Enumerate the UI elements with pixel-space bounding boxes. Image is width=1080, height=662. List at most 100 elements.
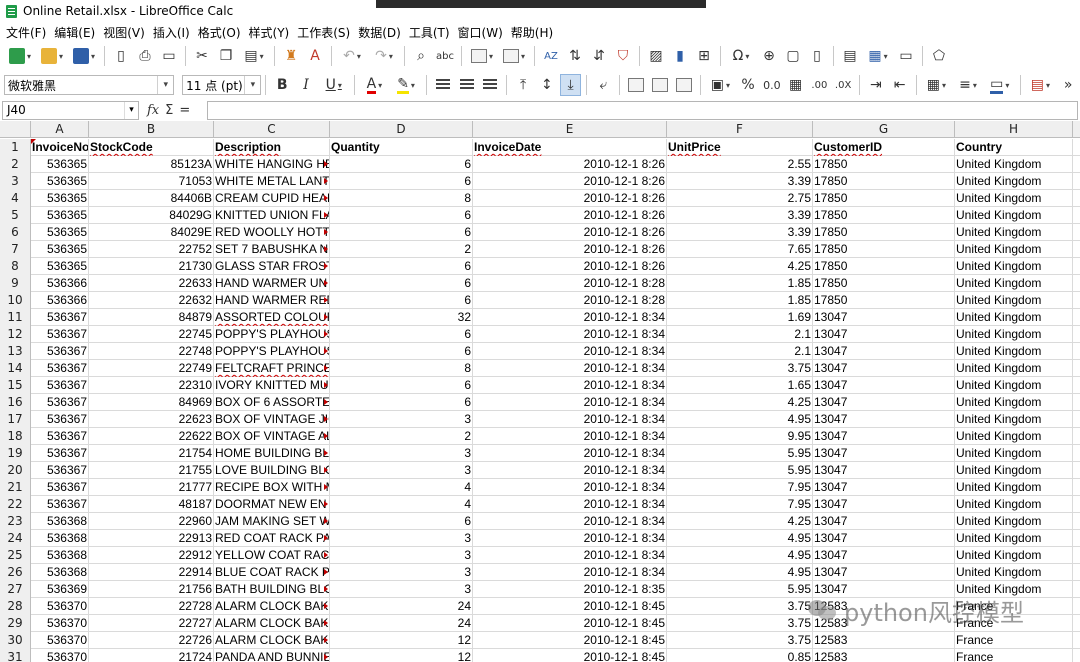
column-header-h[interactable]: H xyxy=(955,121,1073,138)
cell-a-15[interactable]: 536367 xyxy=(31,377,89,394)
paste-button[interactable]: ▤ xyxy=(239,45,269,67)
headers-footers-button[interactable]: ▯ xyxy=(806,45,828,67)
menu-view[interactable]: 视图(V) xyxy=(101,24,151,41)
cell-i-17[interactable] xyxy=(1073,411,1080,428)
cell-h-28[interactable]: France xyxy=(955,598,1073,615)
row-header[interactable]: 1 xyxy=(0,139,31,156)
column-header-f[interactable]: F xyxy=(667,121,813,138)
cell-a-23[interactable]: 536368 xyxy=(31,513,89,530)
pivot-table-button[interactable]: ⊞ xyxy=(693,45,715,67)
cell-h-25[interactable]: United Kingdom xyxy=(955,547,1073,564)
cell-b-16[interactable]: 84969 xyxy=(89,394,214,411)
cell-a-28[interactable]: 536370 xyxy=(31,598,89,615)
cell-a-29[interactable]: 536370 xyxy=(31,615,89,632)
cell-c-18[interactable]: BOX OF VINTAGE AL xyxy=(214,428,330,445)
sort-descending-button[interactable]: ⇵ xyxy=(588,45,610,67)
cell-h-1[interactable]: Country xyxy=(955,139,1073,156)
row-header[interactable]: 5 xyxy=(0,207,31,224)
cell-c-29[interactable]: ALARM CLOCK BAKE xyxy=(214,615,330,632)
cell-d-4[interactable]: 8 xyxy=(330,190,473,207)
cell-d-6[interactable]: 6 xyxy=(330,224,473,241)
cell-g-3[interactable]: 17850 xyxy=(813,173,955,190)
cell-b-5[interactable]: 84029G xyxy=(89,207,214,224)
cell-b-2[interactable]: 85123A xyxy=(89,156,214,173)
cell-c-27[interactable]: BATH BUILDING BLO xyxy=(214,581,330,598)
cell-g-12[interactable]: 13047 xyxy=(813,326,955,343)
row-header[interactable]: 21 xyxy=(0,479,31,496)
cell-g-18[interactable]: 13047 xyxy=(813,428,955,445)
cell-h-7[interactable]: United Kingdom xyxy=(955,241,1073,258)
cell-i-8[interactable] xyxy=(1073,258,1080,275)
function-wizard-icon[interactable]: fx xyxy=(147,103,159,118)
cell-g-9[interactable]: 17850 xyxy=(813,275,955,292)
cell-e-22[interactable]: 2010-12-1 8:34 xyxy=(473,496,667,513)
cell-h-5[interactable]: United Kingdom xyxy=(955,207,1073,224)
cell-i-12[interactable] xyxy=(1073,326,1080,343)
cell-d-30[interactable]: 12 xyxy=(330,632,473,649)
cell-d-14[interactable]: 8 xyxy=(330,360,473,377)
cell-b-11[interactable]: 84879 xyxy=(89,309,214,326)
cell-b-30[interactable]: 22726 xyxy=(89,632,214,649)
menu-styles[interactable]: 样式(Y) xyxy=(247,24,296,41)
print-preview-button[interactable]: ▭ xyxy=(158,45,180,67)
column-header-d[interactable]: D xyxy=(330,121,473,138)
cell-a-24[interactable]: 536368 xyxy=(31,530,89,547)
row-header[interactable]: 22 xyxy=(0,496,31,513)
cell-d-26[interactable]: 3 xyxy=(330,564,473,581)
cell-b-12[interactable]: 22745 xyxy=(89,326,214,343)
define-print-area-button[interactable]: ▤ xyxy=(839,45,861,67)
column-header-e[interactable]: E xyxy=(473,121,667,138)
cell-f-21[interactable]: 7.95 xyxy=(667,479,813,496)
border-style-button[interactable]: ≡ xyxy=(953,74,983,96)
formula-icon[interactable]: = xyxy=(179,103,190,118)
cell-e-17[interactable]: 2010-12-1 8:34 xyxy=(473,411,667,428)
cell-f-18[interactable]: 9.95 xyxy=(667,428,813,445)
cell-b-23[interactable]: 22960 xyxy=(89,513,214,530)
cell-a-30[interactable]: 536370 xyxy=(31,632,89,649)
row-header[interactable]: 26 xyxy=(0,564,31,581)
italic-button[interactable]: I xyxy=(295,74,317,96)
cell-h-4[interactable]: United Kingdom xyxy=(955,190,1073,207)
cell-e-13[interactable]: 2010-12-1 8:34 xyxy=(473,343,667,360)
cell-d-25[interactable]: 3 xyxy=(330,547,473,564)
more-options-button[interactable]: » xyxy=(1057,74,1079,96)
row-header[interactable]: 23 xyxy=(0,513,31,530)
menu-file[interactable]: 文件(F) xyxy=(4,24,52,41)
cell-a-1[interactable]: InvoiceNo xyxy=(31,139,89,156)
cell-i-9[interactable] xyxy=(1073,275,1080,292)
cell-i-24[interactable] xyxy=(1073,530,1080,547)
cell-c-6[interactable]: RED WOOLLY HOTTI xyxy=(214,224,330,241)
cell-i-2[interactable] xyxy=(1073,156,1080,173)
new-button[interactable] xyxy=(5,45,35,67)
clone-formatting-button[interactable]: ♜ xyxy=(280,45,302,67)
cell-c-21[interactable]: RECIPE BOX WITH M xyxy=(214,479,330,496)
cell-f-23[interactable]: 4.25 xyxy=(667,513,813,530)
cell-e-14[interactable]: 2010-12-1 8:34 xyxy=(473,360,667,377)
cell-b-24[interactable]: 22913 xyxy=(89,530,214,547)
font-color-button[interactable]: A xyxy=(360,74,390,96)
add-decimal-button[interactable]: .00 xyxy=(808,74,830,96)
cell-f-7[interactable]: 7.65 xyxy=(667,241,813,258)
cell-b-19[interactable]: 21754 xyxy=(89,445,214,462)
wrap-text-button[interactable]: ⤶ xyxy=(592,74,614,96)
underline-button[interactable]: U xyxy=(319,74,349,96)
cell-a-16[interactable]: 536367 xyxy=(31,394,89,411)
cell-e-8[interactable]: 2010-12-1 8:26 xyxy=(473,258,667,275)
cell-a-25[interactable]: 536368 xyxy=(31,547,89,564)
cell-c-9[interactable]: HAND WARMER UN xyxy=(214,275,330,292)
cell-i-13[interactable] xyxy=(1073,343,1080,360)
cell-g-19[interactable]: 13047 xyxy=(813,445,955,462)
cell-a-5[interactable]: 536365 xyxy=(31,207,89,224)
cell-c-17[interactable]: BOX OF VINTAGE JIG xyxy=(214,411,330,428)
cell-e-11[interactable]: 2010-12-1 8:34 xyxy=(473,309,667,326)
cell-h-13[interactable]: United Kingdom xyxy=(955,343,1073,360)
cell-h-19[interactable]: United Kingdom xyxy=(955,445,1073,462)
cell-g-20[interactable]: 13047 xyxy=(813,462,955,479)
cell-g-22[interactable]: 13047 xyxy=(813,496,955,513)
cell-h-16[interactable]: United Kingdom xyxy=(955,394,1073,411)
cell-g-23[interactable]: 13047 xyxy=(813,513,955,530)
cell-e-5[interactable]: 2010-12-1 8:26 xyxy=(473,207,667,224)
row-header[interactable]: 20 xyxy=(0,462,31,479)
select-all-corner[interactable] xyxy=(0,121,31,138)
menu-data[interactable]: 数据(D) xyxy=(356,24,407,41)
